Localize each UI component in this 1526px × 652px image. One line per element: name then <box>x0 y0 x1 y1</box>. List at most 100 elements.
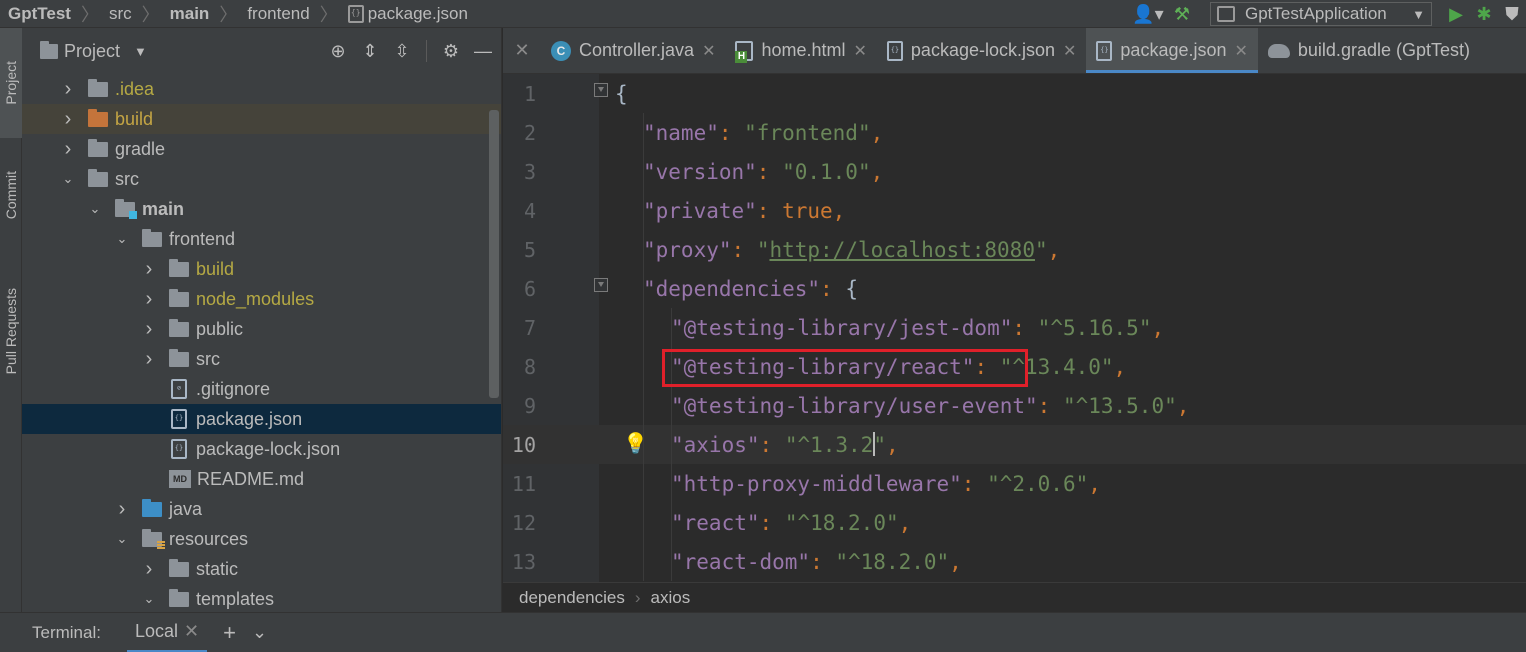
fold-marker-icon[interactable] <box>594 83 608 97</box>
close-icon[interactable]: ✕ <box>702 41 715 61</box>
chevron-down-icon[interactable]: ⌄ <box>252 622 267 643</box>
code-line[interactable]: 6 "dependencies": { <box>503 269 1526 308</box>
line-number: 13 <box>511 549 536 574</box>
tree-item[interactable]: ⌄ templates <box>22 584 501 612</box>
tree-item[interactable]: › java <box>22 494 501 524</box>
run-icon[interactable]: ▶ <box>1442 0 1470 28</box>
code-line[interactable]: 5 "proxy": "http://localhost:8080", <box>503 230 1526 269</box>
tree-item[interactable]: › build <box>22 104 501 134</box>
breadcrumb-axios[interactable]: axios <box>651 588 691 608</box>
editor-tab[interactable]: build.gradle (GptTest) <box>1258 28 1480 73</box>
chevron-right-icon[interactable]: › <box>143 318 155 341</box>
breadcrumb-project[interactable]: GptTest <box>8 4 71 24</box>
chevron-down-icon[interactable]: ⌄ <box>89 201 101 217</box>
code-line[interactable]: 9 "@testing-library/user-event": "^13.5.0… <box>503 386 1526 425</box>
tree-item[interactable]: › build <box>22 254 501 284</box>
code-line[interactable]: 10 💡 "axios": "^1.3.2", <box>503 425 1526 464</box>
tree-item[interactable]: {} package-lock.json <box>22 434 501 464</box>
tree-item-label: gradle <box>115 138 166 159</box>
code-line[interactable]: 2 "name": "frontend", <box>503 113 1526 152</box>
lightbulb-icon[interactable]: 💡 <box>623 431 648 457</box>
tree-item[interactable]: MD README.md <box>22 464 501 494</box>
tree-item[interactable]: ⊘ .gitignore <box>22 374 501 404</box>
chevron-right-icon[interactable]: › <box>62 78 74 101</box>
project-scrollbar[interactable] <box>489 110 499 398</box>
code-token: "^2.0.6" <box>987 471 1089 496</box>
user-icon[interactable]: 👤▾ <box>1128 0 1168 28</box>
chevron-right-icon[interactable]: › <box>143 348 155 371</box>
terminal-tab-local[interactable]: Local ✕ <box>126 613 208 652</box>
tree-item-label: README.md <box>197 468 305 489</box>
tree-item[interactable]: ⌄ main <box>22 194 501 224</box>
line-number: 3 <box>523 159 536 184</box>
breadcrumb-frontend[interactable]: frontend <box>247 4 309 24</box>
tree-item[interactable]: › gradle <box>22 134 501 164</box>
run-configuration-select[interactable]: GptTestApplication ▼ <box>1210 2 1432 26</box>
chevron-right-icon[interactable]: › <box>116 498 128 521</box>
chevron-down-icon[interactable]: ⌄ <box>62 171 74 187</box>
project-tool-label: Project <box>3 61 19 105</box>
code-token: , <box>870 120 884 145</box>
breadcrumb-src[interactable]: src <box>109 4 132 24</box>
code-line[interactable]: 13 "react-dom": "^18.2.0", <box>503 542 1526 581</box>
tree-item[interactable]: › .idea <box>22 74 501 104</box>
code-line[interactable]: 4 "private": true, <box>503 191 1526 230</box>
tree-item[interactable]: {} package.json <box>22 404 501 434</box>
breadcrumb-dependencies[interactable]: dependencies <box>519 588 625 608</box>
code-line[interactable]: 1{ <box>503 74 1526 113</box>
code-area[interactable]: 1{2 "name": "frontend", 3 "version": "0.1.0… <box>503 74 1526 582</box>
editor-tab[interactable]: home.html ✕ <box>725 28 876 73</box>
chevron-down-icon[interactable]: ▼ <box>134 44 147 59</box>
breadcrumb-file[interactable]: {} package.json <box>347 4 468 24</box>
editor-tab[interactable]: C Controller.java ✕ <box>541 28 725 73</box>
tree-item[interactable]: › node_modules <box>22 284 501 314</box>
project-panel-title[interactable]: Project <box>64 41 120 62</box>
chevron-right-icon[interactable]: › <box>143 288 155 311</box>
commit-tool-tab[interactable]: Commit <box>0 150 22 240</box>
line-number: 1 <box>523 81 536 106</box>
expand-all-icon[interactable]: ⇕ <box>358 41 382 62</box>
build-hammer-icon[interactable]: ⚒ <box>1168 0 1196 28</box>
editor-tab[interactable]: {} package.json ✕ <box>1086 28 1259 73</box>
hide-panel-icon[interactable]: — <box>471 41 495 62</box>
chevron-down-icon[interactable]: ⌄ <box>116 531 128 547</box>
code-line[interactable]: 11 "http-proxy-middleware": "^2.0.6", <box>503 464 1526 503</box>
close-icon[interactable]: ✕ <box>1235 41 1248 61</box>
pull-requests-tool-tab[interactable]: Pull Requests <box>0 266 22 396</box>
chevron-right-icon[interactable]: › <box>143 558 155 581</box>
close-icon[interactable]: ✕ <box>854 41 867 61</box>
gear-icon[interactable]: ⚙ <box>439 41 463 62</box>
breadcrumb-main[interactable]: main <box>170 4 210 24</box>
tree-item[interactable]: ⌄ resources <box>22 524 501 554</box>
coverage-icon[interactable]: ⛊ <box>1498 0 1526 28</box>
locate-file-icon[interactable]: ⊕ <box>326 41 350 62</box>
editor-tab[interactable]: {} package-lock.json ✕ <box>877 28 1087 73</box>
chevron-down-icon[interactable]: ⌄ <box>143 591 155 607</box>
close-icon[interactable]: ✕ <box>503 28 541 73</box>
fold-marker-icon[interactable] <box>594 278 608 292</box>
tree-item[interactable]: › static <box>22 554 501 584</box>
editor-tab-label: home.html <box>761 40 846 60</box>
collapse-all-icon[interactable]: ⇳ <box>390 41 414 62</box>
debug-icon[interactable]: ✱ <box>1470 0 1498 28</box>
tree-item[interactable]: ⌄ src <box>22 164 501 194</box>
chevron-right-icon[interactable]: › <box>62 138 74 161</box>
gradle-icon <box>1267 43 1290 58</box>
resources-folder-icon <box>142 528 165 549</box>
code-line[interactable]: 3 "version": "0.1.0", <box>503 152 1526 191</box>
project-tool-tab[interactable]: Project <box>0 28 22 138</box>
breadcrumb-separator: 〉 <box>319 4 338 25</box>
code-token: "frontend" <box>744 120 871 145</box>
code-line[interactable]: 12 "react": "^18.2.0", <box>503 503 1526 542</box>
chevron-down-icon[interactable]: ⌄ <box>116 231 128 247</box>
close-icon[interactable]: ✕ <box>184 621 199 642</box>
close-icon[interactable]: ✕ <box>1063 41 1076 61</box>
code-line[interactable]: 7 "@testing-library/jest-dom": "^5.16.5", <box>503 308 1526 347</box>
add-terminal-icon[interactable]: + <box>223 620 236 646</box>
chevron-right-icon[interactable]: › <box>62 108 74 131</box>
code-token: : <box>756 159 783 184</box>
tree-item[interactable]: › public <box>22 314 501 344</box>
tree-item[interactable]: › src <box>22 344 501 374</box>
tree-item[interactable]: ⌄ frontend <box>22 224 501 254</box>
chevron-right-icon[interactable]: › <box>143 258 155 281</box>
